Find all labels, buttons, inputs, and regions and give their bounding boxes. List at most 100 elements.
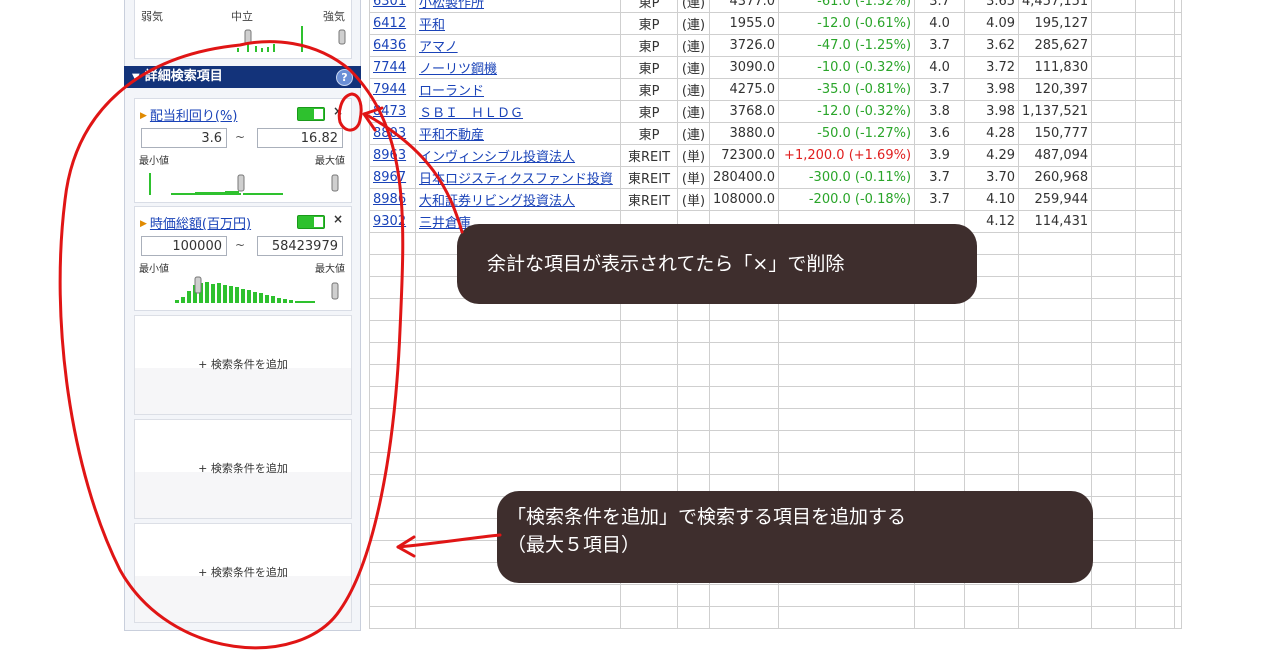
empty-cell: [1091, 342, 1137, 365]
stock-name-link[interactable]: 平和不動産: [419, 128, 484, 143]
empty-cell: [1135, 298, 1176, 321]
empty-cell: [369, 562, 416, 585]
max-value-input[interactable]: 16.82: [257, 128, 343, 148]
criterion-name-link[interactable]: 時価総額(百万円): [150, 217, 251, 232]
empty-cell: [1091, 276, 1137, 299]
empty-cell: [1135, 188, 1176, 211]
close-icon[interactable]: ×: [333, 212, 343, 226]
cell-vol: 4,457,151: [1018, 0, 1093, 13]
empty-cell: [708, 408, 780, 431]
empty-cell: [1091, 584, 1137, 607]
empty-cell: [964, 584, 1020, 607]
empty-cell: [1135, 342, 1176, 365]
empty-cell: [1174, 408, 1183, 431]
stock-name-link[interactable]: 平和: [419, 18, 445, 33]
cell-market: 東P: [620, 78, 678, 101]
empty-cell: [620, 452, 678, 475]
help-icon[interactable]: ?: [336, 69, 353, 86]
stock-code-link[interactable]: 9302: [373, 214, 406, 229]
stock-code-link[interactable]: 8803: [373, 126, 406, 141]
empty-cell: [677, 430, 710, 453]
empty-cell: [914, 408, 966, 431]
sentiment-neutral-label: 中立: [231, 10, 253, 23]
cell-price: 3768.0: [708, 100, 780, 123]
stock-name-link[interactable]: 小松製作所: [419, 0, 484, 11]
stock-code-link[interactable]: 6436: [373, 38, 406, 53]
empty-cell: [1091, 430, 1137, 453]
empty-cell: [415, 430, 621, 453]
add-condition-button[interactable]: + 検索条件を追加: [134, 523, 352, 623]
stock-name-link[interactable]: アマノ: [419, 40, 458, 55]
empty-cell: [1174, 342, 1183, 365]
cell-c1: 3.8: [914, 100, 966, 123]
range-separator: ~: [235, 238, 246, 252]
cell-c1: 3.7: [914, 0, 966, 13]
empty-cell: [914, 430, 966, 453]
add-condition-button[interactable]: + 検索条件を追加: [134, 419, 352, 519]
stock-name-link[interactable]: ＳＢＩ ＨＬＤＧ: [419, 106, 523, 121]
cell-vol: 150,777: [1018, 122, 1093, 145]
empty-cell: [1174, 584, 1183, 607]
table-row: 8963 インヴィンシブル投資法人 東REIT (単) 72300.0 +1,200.0 …: [369, 144, 1183, 167]
stock-name-link[interactable]: 日本ロジスティクスファンド投資: [419, 172, 613, 187]
empty-cell: [778, 606, 916, 629]
stock-name-link[interactable]: ローランド: [419, 84, 484, 99]
empty-cell: [1135, 276, 1176, 299]
min-value-input[interactable]: 100000: [141, 236, 227, 256]
cell-type: (連): [677, 0, 710, 13]
stock-code-link[interactable]: 7744: [373, 60, 406, 75]
sentiment-histogram: [237, 26, 346, 52]
cell-vol: 285,627: [1018, 34, 1093, 57]
cell-type: (連): [677, 12, 710, 35]
callout-delete-text: 余計な項目が表示されてたら「×」で削除: [487, 253, 845, 275]
collapse-triangle-icon[interactable]: ▼: [132, 72, 140, 83]
cell-c1: 3.6: [914, 122, 966, 145]
detail-search-header[interactable]: ▼ 詳細検索項目 ?: [124, 66, 361, 88]
empty-cell: [1174, 166, 1183, 189]
cell-price: 280400.0: [708, 166, 780, 189]
stock-code-link[interactable]: 7944: [373, 82, 406, 97]
stock-code-link[interactable]: 8473: [373, 104, 406, 119]
stock-code-link[interactable]: 8963: [373, 148, 406, 163]
cell-c2: 4.28: [964, 122, 1020, 145]
cell-change: -300.0 (-0.11%): [778, 166, 916, 189]
add-condition-button[interactable]: + 検索条件を追加: [134, 315, 352, 415]
criterion-name-link[interactable]: 配当利回り(%): [150, 109, 238, 124]
empty-cell: [1091, 100, 1137, 123]
range-histogram[interactable]: [135, 271, 351, 307]
empty-cell: [708, 452, 780, 475]
close-icon[interactable]: ×: [333, 104, 343, 118]
empty-cell: [1135, 56, 1176, 79]
empty-cell: [1174, 122, 1183, 145]
stock-name-link[interactable]: ノーリツ鋼機: [419, 62, 497, 77]
empty-cell: [778, 408, 916, 431]
empty-cell: [1174, 474, 1183, 497]
empty-cell: [1091, 232, 1137, 255]
stock-code-link[interactable]: 8986: [373, 192, 406, 207]
cell-c2: 3.62: [964, 34, 1020, 57]
empty-cell: [1091, 408, 1137, 431]
max-value-input[interactable]: 58423979: [257, 236, 343, 256]
criterion-toggle[interactable]: [297, 215, 325, 229]
empty-cell: [369, 408, 416, 431]
cell-c1: 3.9: [914, 144, 966, 167]
criterion-toggle[interactable]: [297, 107, 325, 121]
stock-code-link[interactable]: 6301: [373, 0, 406, 9]
empty-cell: [1091, 452, 1137, 475]
stock-code-link[interactable]: 6412: [373, 16, 406, 31]
empty-cell: [620, 584, 678, 607]
cell-market: 東REIT: [620, 144, 678, 167]
add-condition-label: + 検索条件を追加: [198, 358, 288, 371]
stock-name-link[interactable]: インヴィンシブル投資法人: [419, 150, 575, 165]
stock-code-link[interactable]: 8967: [373, 170, 406, 185]
empty-cell: [369, 232, 416, 255]
empty-cell: [1135, 254, 1176, 277]
cell-market: 東P: [620, 122, 678, 145]
range-histogram[interactable]: [135, 163, 351, 199]
empty-cell: [778, 386, 916, 409]
stock-name-link[interactable]: 大和証券リビング投資法人: [419, 194, 575, 209]
empty-cell: [778, 430, 916, 453]
empty-cell: [708, 342, 780, 365]
empty-cell: [1135, 386, 1176, 409]
min-value-input[interactable]: 3.6: [141, 128, 227, 148]
